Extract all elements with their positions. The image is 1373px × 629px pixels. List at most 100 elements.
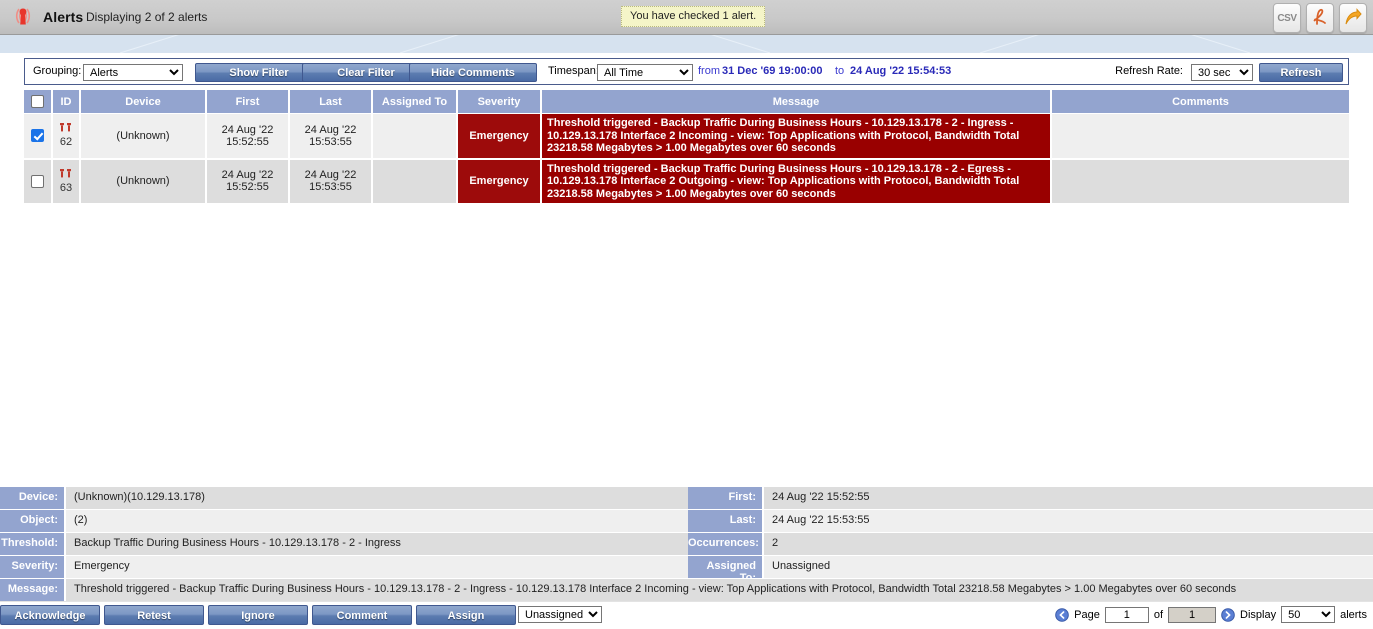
detail-row-device: Device: (Unknown)(10.129.13.178)	[0, 487, 688, 510]
detail-label-assigned-to: Assigned To:	[688, 556, 764, 584]
filter-toolbar: Grouping: Alerts Show Filter Clear Filte…	[24, 58, 1349, 85]
details-right-column: First: 24 Aug '22 15:52:55 Last: 24 Aug …	[688, 487, 1373, 584]
row-assigned-to	[372, 158, 458, 205]
previous-page-icon[interactable]	[1055, 607, 1069, 622]
grouping-label: Grouping:	[33, 65, 82, 77]
next-page-icon[interactable]	[1221, 607, 1235, 622]
detail-value-severity: Emergency	[66, 556, 688, 579]
detail-label-device: Device:	[0, 487, 66, 510]
alert-badge-icon	[58, 168, 74, 182]
last-date: 24 Aug '22	[304, 123, 357, 136]
export-button-group: CSV	[1273, 3, 1367, 33]
select-all-checkbox[interactable]	[31, 95, 44, 108]
table-row[interactable]: 63 (Unknown) 24 Aug '22 15:52:55 24 Aug …	[24, 158, 1349, 205]
detail-label-object: Object:	[0, 510, 66, 533]
retest-button[interactable]: Retest	[104, 605, 204, 625]
column-header-comments[interactable]: Comments	[1051, 90, 1349, 114]
page-label: Page	[1074, 608, 1100, 621]
refresh-rate-label: Refresh Rate:	[1115, 65, 1183, 77]
detail-row-occurrences: Occurrences: 2	[688, 533, 1373, 556]
column-header-message[interactable]: Message	[541, 90, 1052, 114]
alerts-label: alerts	[1340, 608, 1367, 621]
refresh-rate-select[interactable]: 30 sec	[1191, 64, 1253, 81]
page-input[interactable]	[1104, 606, 1149, 623]
alert-id: 62	[59, 136, 73, 149]
alerts-table: ID Device First Last Assigned To Severit…	[24, 90, 1349, 205]
last-time: 15:53:55	[309, 181, 352, 194]
refresh-button[interactable]: Refresh	[1259, 63, 1343, 82]
row-assigned-to	[372, 113, 458, 160]
detail-row-assigned-to: Assigned To: Unassigned	[688, 556, 1373, 584]
select-all-header[interactable]	[24, 90, 53, 114]
alert-siren-icon	[8, 3, 38, 31]
row-select-cell[interactable]	[24, 158, 53, 205]
last-time: 15:53:55	[309, 135, 352, 148]
row-id-cell: 62	[52, 113, 81, 160]
assign-button[interactable]: Assign	[416, 605, 516, 625]
from-date: 31 Dec '69 19:00:00	[722, 65, 823, 77]
detail-value-assigned-to: Unassigned	[764, 556, 1373, 579]
ignore-button[interactable]: Ignore	[208, 605, 308, 625]
first-date: 24 Aug '22	[221, 169, 274, 182]
detail-value-device: (Unknown)(10.129.13.178)	[66, 487, 688, 510]
column-header-device[interactable]: Device	[80, 90, 207, 114]
first-time: 15:52:55	[226, 181, 269, 194]
detail-row-threshold: Threshold: Backup Traffic During Busines…	[0, 533, 688, 556]
column-header-id[interactable]: ID	[52, 90, 81, 114]
row-first: 24 Aug '22 15:52:55	[206, 113, 290, 160]
page-body: Grouping: Alerts Show Filter Clear Filte…	[0, 53, 1373, 483]
hide-comments-button[interactable]: Hide Comments	[409, 63, 537, 82]
background-band	[0, 35, 1373, 53]
row-device: (Unknown)	[80, 158, 207, 205]
alert-badge-icon	[58, 123, 74, 136]
details-left-column: Device: (Unknown)(10.129.13.178) Object:…	[0, 487, 688, 579]
row-device: (Unknown)	[80, 113, 207, 160]
table-header-row: ID Device First Last Assigned To Severit…	[24, 90, 1349, 114]
column-header-severity[interactable]: Severity	[457, 90, 542, 114]
detail-label-first: First:	[688, 487, 764, 510]
detail-label-last: Last:	[688, 510, 764, 533]
row-comments[interactable]	[1051, 113, 1349, 160]
row-checkbox[interactable]	[31, 129, 44, 143]
detail-value-message: Threshold triggered - Backup Traffic Dur…	[66, 579, 1373, 602]
alert-id: 63	[59, 181, 73, 194]
pdf-icon	[1312, 8, 1328, 29]
first-date: 24 Aug '22	[221, 123, 274, 136]
acknowledge-button[interactable]: Acknowledge	[0, 605, 100, 625]
assignee-select[interactable]: Unassigned	[518, 606, 602, 623]
row-select-cell[interactable]	[24, 113, 53, 160]
last-date: 24 Aug '22	[304, 169, 357, 182]
page-header: Alerts Displaying 2 of 2 alerts You have…	[0, 0, 1373, 35]
detail-label-message: Message:	[0, 579, 66, 602]
column-header-last[interactable]: Last	[289, 90, 373, 114]
row-last: 24 Aug '22 15:53:55	[289, 158, 373, 205]
timespan-label: Timespan:	[548, 65, 599, 77]
detail-label-occurrences: Occurrences:	[688, 533, 764, 556]
to-word: to	[835, 65, 845, 77]
page-total: 1	[1168, 606, 1217, 623]
row-comments[interactable]	[1051, 158, 1349, 205]
detail-row-first: First: 24 Aug '22 15:52:55	[688, 487, 1373, 510]
column-header-assigned-to[interactable]: Assigned To	[372, 90, 458, 114]
detail-row-message: Message: Threshold triggered - Backup Tr…	[0, 579, 1373, 602]
table-row[interactable]: 62 (Unknown) 24 Aug '22 15:52:55 24 Aug …	[24, 113, 1349, 160]
row-message: Threshold triggered - Backup Traffic Dur…	[541, 113, 1052, 160]
grouping-select[interactable]: Alerts	[83, 64, 183, 81]
alert-details-panel: Device: (Unknown)(10.129.13.178) Object:…	[0, 487, 1373, 602]
timespan-select[interactable]: All Time	[597, 64, 693, 81]
detail-row-object: Object: (2)	[0, 510, 688, 533]
csv-export-button[interactable]: CSV	[1273, 3, 1301, 33]
detail-value-first: 24 Aug '22 15:52:55	[764, 487, 1373, 510]
detail-value-object: (2)	[66, 510, 688, 533]
row-checkbox[interactable]	[31, 174, 44, 188]
row-last: 24 Aug '22 15:53:55	[289, 113, 373, 160]
alerts-page: Alerts Displaying 2 of 2 alerts You have…	[0, 0, 1373, 629]
detail-row-last: Last: 24 Aug '22 15:53:55	[688, 510, 1373, 533]
pdf-export-button[interactable]	[1306, 3, 1334, 33]
detail-value-last: 24 Aug '22 15:53:55	[764, 510, 1373, 533]
comment-button[interactable]: Comment	[312, 605, 412, 625]
share-export-button[interactable]	[1339, 3, 1367, 33]
display-label: Display	[1240, 608, 1277, 621]
column-header-first[interactable]: First	[206, 90, 290, 114]
display-count-select[interactable]: 50	[1281, 606, 1336, 623]
